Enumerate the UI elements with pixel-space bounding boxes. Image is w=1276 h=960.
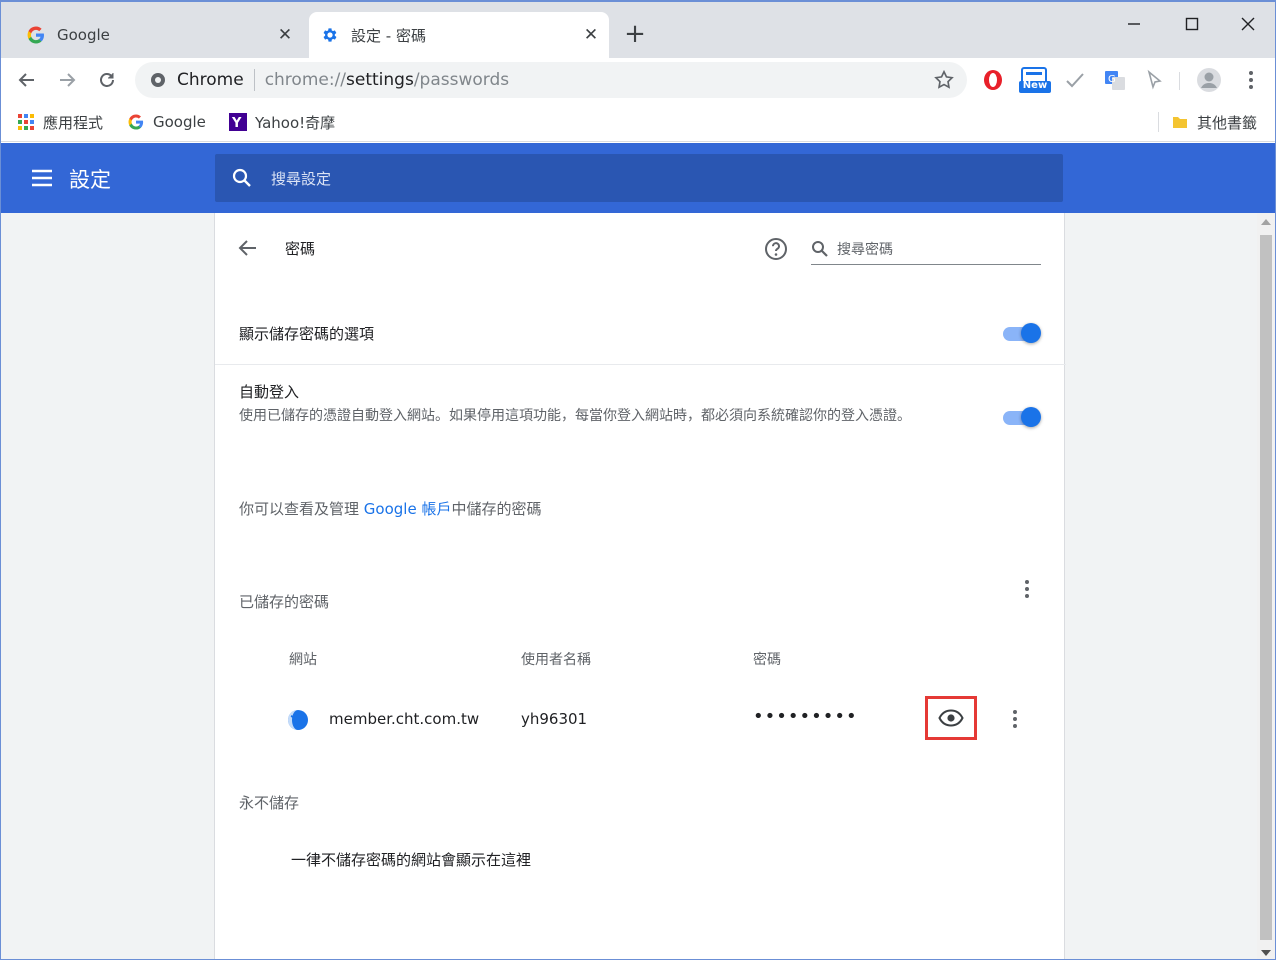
bookmarks-bar: 應用程式 Google Y Yahoo!奇摩 其他書籤 — [1, 102, 1275, 142]
settings-search-box[interactable]: 搜尋設定 — [215, 154, 1063, 202]
new-tab-plus-icon[interactable]: + — [621, 19, 649, 49]
svg-text:G: G — [1108, 74, 1116, 85]
show-password-button[interactable] — [925, 696, 977, 740]
opera-extension-icon[interactable] — [979, 66, 1007, 94]
chrome-menu-icon[interactable] — [1237, 66, 1265, 94]
google-icon — [127, 113, 145, 131]
account-text-after: 中儲存的密碼 — [451, 500, 542, 518]
apps-grid-icon — [17, 113, 35, 131]
toggle-knob — [1021, 323, 1041, 343]
site-globe-icon — [287, 709, 309, 731]
back-arrow-icon[interactable] — [237, 237, 263, 263]
bookmark-label: Yahoo!奇摩 — [255, 113, 336, 132]
google-account-link[interactable]: Google 帳戶 — [364, 500, 452, 518]
back-icon[interactable] — [11, 64, 43, 96]
passwords-subpage-header: 密碼 搜尋密碼 — [215, 213, 1066, 285]
auto-signin-row: 自動登入 使用已儲存的憑證自動登入網站。如果停用這項功能，每當你登入網站時，都必… — [215, 365, 1066, 465]
settings-gear-icon — [319, 24, 341, 46]
bookmark-label: 應用程式 — [43, 113, 104, 132]
column-header-password: 密碼 — [753, 652, 781, 668]
yahoo-icon: Y — [229, 113, 247, 131]
search-icon — [812, 240, 828, 257]
browser-window: Google ✕ 設定 - 密碼 ✕ + Chrome chrome:// se… — [0, 0, 1276, 960]
bookmark-apps[interactable]: 應用程式 — [17, 109, 103, 135]
reload-icon[interactable] — [91, 64, 123, 96]
offer-save-label: 顯示儲存密碼的選項 — [239, 325, 375, 343]
password-row-more-icon[interactable] — [1003, 707, 1027, 731]
other-bookmarks[interactable]: 其他書籤 — [1171, 109, 1257, 135]
bookmark-google[interactable]: Google — [127, 109, 206, 135]
account-text-before: 你可以查看及管理 — [239, 500, 364, 518]
omnibox-chip: Chrome — [177, 70, 244, 90]
settings-header: 設定 搜尋設定 — [1, 143, 1275, 213]
auto-signin-toggle[interactable] — [1001, 407, 1041, 427]
window-maximize-icon[interactable] — [1169, 8, 1215, 40]
window-minimize-icon[interactable] — [1111, 8, 1157, 40]
saved-passwords-more-icon[interactable] — [1015, 577, 1039, 601]
offer-save-row: 顯示儲存密碼的選項 — [215, 303, 1066, 363]
omnibox-separator — [253, 69, 255, 91]
help-icon[interactable] — [763, 236, 791, 264]
window-close-icon[interactable] — [1225, 8, 1271, 40]
account-manage-text: 你可以查看及管理 Google 帳戶中儲存的密碼 — [239, 498, 541, 519]
auto-signin-label: 自動登入 — [239, 383, 300, 401]
password-search-input[interactable]: 搜尋密碼 — [837, 239, 893, 259]
profile-avatar-icon[interactable] — [1195, 66, 1223, 94]
settings-search-input[interactable]: 搜尋設定 — [271, 168, 331, 189]
translate-extension-icon[interactable]: G — [1101, 66, 1129, 94]
folder-icon — [1171, 113, 1189, 131]
checkmark-extension-icon[interactable] — [1061, 66, 1089, 94]
new-badge: New — [1022, 80, 1048, 91]
tab-close-icon[interactable]: ✕ — [579, 23, 603, 47]
scroll-down-arrow-icon[interactable] — [1261, 950, 1271, 956]
browser-toolbar: Chrome chrome://settings/passwords New G — [1, 58, 1275, 102]
never-saved-heading: 永不儲存 — [239, 794, 300, 812]
url-path: /passwords — [413, 70, 510, 90]
eye-icon — [938, 709, 964, 727]
never-saved-empty-message: 一律不儲存密碼的網站會顯示在這裡 — [291, 851, 532, 869]
tab-settings-passwords[interactable]: 設定 - 密碼 ✕ — [309, 12, 609, 58]
url-host: settings — [346, 70, 414, 90]
search-icon — [232, 168, 251, 187]
bookmarks-divider — [1158, 112, 1159, 132]
other-bookmarks-label: 其他書籤 — [1197, 113, 1258, 132]
tab-strip: Google ✕ 設定 - 密碼 ✕ + — [1, 2, 1275, 58]
page-scrollbar[interactable] — [1257, 213, 1275, 959]
scroll-up-arrow-icon[interactable] — [1261, 219, 1271, 225]
scrollbar-thumb[interactable] — [1260, 235, 1272, 940]
saved-password-masked: ••••••••• — [753, 706, 858, 727]
auto-signin-description: 使用已儲存的憑證自動登入網站。如果停用這項功能，每當你登入網站時，都必須向系統確… — [239, 408, 911, 424]
tab-title: 設定 - 密碼 — [351, 26, 426, 45]
saved-passwords-heading: 已儲存的密碼 — [239, 593, 330, 611]
toggle-knob — [1021, 407, 1041, 427]
bookmark-yahoo[interactable]: Y Yahoo!奇摩 — [229, 109, 335, 135]
omnibox[interactable]: Chrome chrome://settings/passwords — [135, 62, 967, 98]
password-search-field[interactable]: 搜尋密碼 — [811, 233, 1041, 265]
bookmark-star-icon[interactable] — [933, 69, 955, 91]
cursor-extension-icon[interactable] — [1141, 66, 1169, 94]
column-header-site: 網站 — [289, 652, 317, 668]
url-scheme: chrome:// — [264, 70, 347, 90]
new-extension-icon[interactable]: New — [1017, 66, 1053, 94]
tab-title: Google — [57, 26, 110, 44]
saved-site-name: member.cht.com.tw — [329, 710, 480, 728]
bookmark-label: Google — [153, 113, 206, 131]
toolbar-separator — [1179, 72, 1180, 90]
page-title: 密碼 — [285, 240, 316, 258]
offer-save-toggle[interactable] — [1001, 323, 1041, 343]
tab-close-icon[interactable]: ✕ — [273, 23, 297, 47]
tab-google[interactable]: Google ✕ — [15, 12, 303, 58]
svg-text:Y: Y — [231, 116, 242, 131]
chrome-site-icon — [151, 73, 165, 87]
forward-icon[interactable] — [51, 64, 83, 96]
saved-username: yh96301 — [521, 710, 588, 728]
google-favicon-icon — [25, 24, 47, 46]
settings-page: 密碼 搜尋密碼 顯示儲存密碼的選項 自動登入 使用已儲存的憑證自動登入網站。如果… — [1, 213, 1275, 959]
password-list-item: member.cht.com.tw yh96301 ••••••••• — [215, 693, 1066, 745]
hamburger-menu-icon[interactable] — [29, 165, 55, 191]
passwords-card: 密碼 搜尋密碼 顯示儲存密碼的選項 自動登入 使用已儲存的憑證自動登入網站。如果… — [214, 213, 1066, 959]
column-header-username: 使用者名稱 — [521, 652, 591, 668]
settings-title: 設定 — [69, 168, 111, 192]
